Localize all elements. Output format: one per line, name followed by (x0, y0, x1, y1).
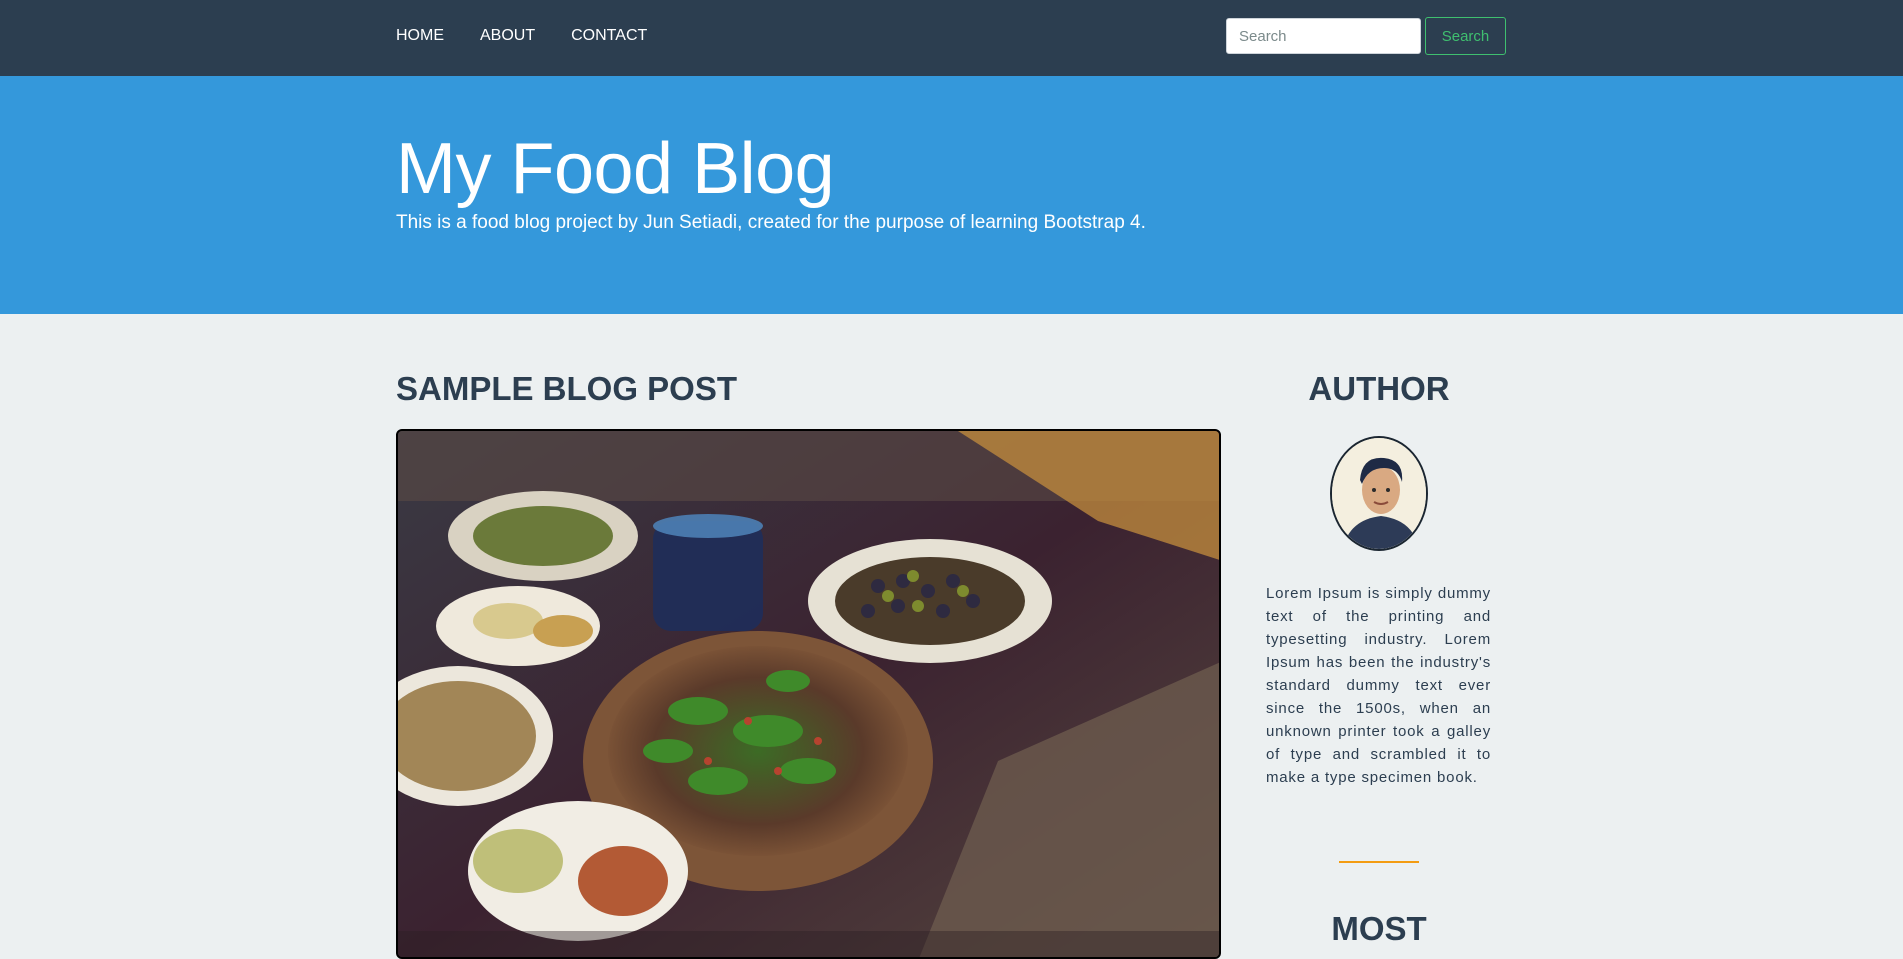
nav-link-contact[interactable]: CONTACT (571, 27, 647, 45)
hero-banner: My Food Blog This is a food blog project… (0, 76, 1903, 314)
nav-link-home[interactable]: HOME (396, 27, 444, 45)
site-title: My Food Blog (396, 129, 835, 209)
most-heading: MOST (1331, 910, 1427, 947)
author-bio: Lorem Ipsum is simply dummy text of the … (1266, 585, 1491, 786)
nav-link-about[interactable]: ABOUT (480, 27, 535, 45)
author-avatar (1330, 436, 1428, 551)
section-divider (1339, 861, 1419, 863)
author-heading: AUTHOR (1308, 370, 1450, 407)
post-heading: SAMPLE BLOG POST (396, 370, 738, 407)
nav-links: HOME ABOUT CONTACT (396, 0, 683, 72)
post-featured-image (396, 429, 1221, 959)
site-subtitle: This is a food blog project by Jun Setia… (396, 212, 1146, 233)
search-button[interactable]: Search (1425, 17, 1506, 55)
search-input[interactable] (1226, 18, 1421, 54)
top-navbar: HOME ABOUT CONTACT Search (0, 0, 1903, 76)
author-portrait-icon (1332, 438, 1426, 549)
food-table-illustration (398, 431, 1219, 957)
